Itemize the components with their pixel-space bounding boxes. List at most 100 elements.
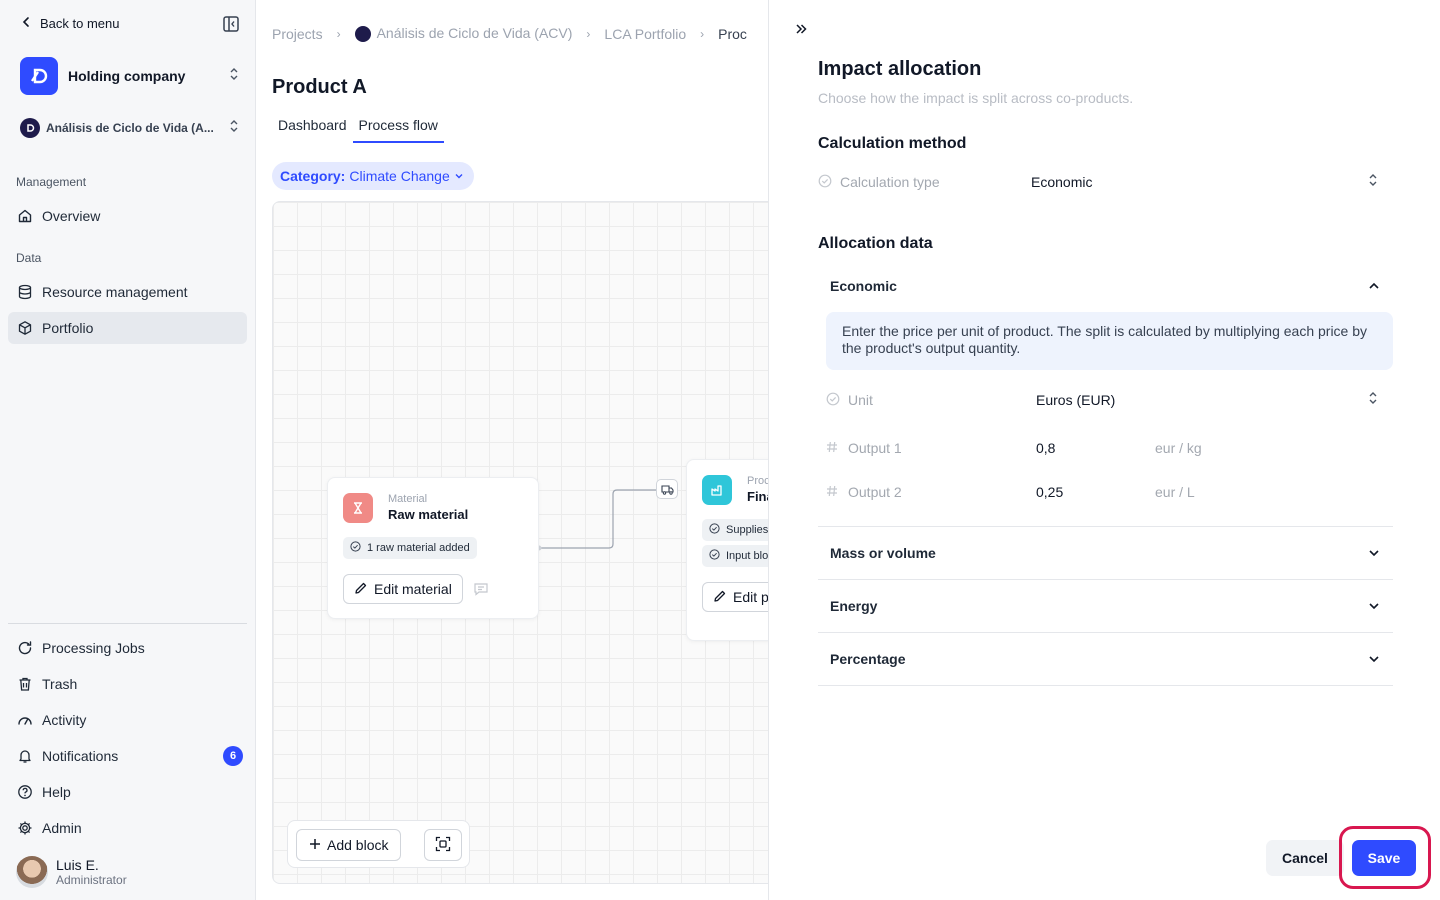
breadcrumb-project-label: Análisis de Ciclo de Vida (ACV)	[376, 25, 573, 41]
accordion-economic[interactable]: Economic	[818, 260, 1393, 312]
sidebar-item-activity[interactable]: Activity	[8, 704, 247, 736]
calculation-type-value: Economic	[1031, 174, 1093, 190]
sidebar: Back to menu Holding company Análisis de…	[0, 0, 256, 900]
comment-icon[interactable]	[473, 581, 489, 602]
unit-select[interactable]: Unit Euros (EUR)	[826, 386, 1386, 414]
user-profile[interactable]: Luis E. Administrator	[16, 856, 127, 888]
accordion-mass-label: Mass or volume	[830, 545, 936, 561]
process-flow-canvas[interactable]: Material Raw material 1 raw material add…	[272, 201, 792, 884]
sidebar-item-label: Notifications	[42, 748, 119, 764]
material-title: Raw material	[388, 507, 469, 522]
sidebar-item-label: Portfolio	[42, 320, 94, 336]
breadcrumb-portfolio[interactable]: LCA Portfolio	[604, 26, 686, 42]
edit-material-label: Edit material	[374, 581, 452, 597]
breadcrumb-project[interactable]: Análisis de Ciclo de Vida (ACV)	[354, 25, 573, 43]
refresh-icon	[17, 640, 33, 656]
sidebar-item-resource-management[interactable]: Resource management	[8, 276, 247, 308]
calculation-method-heading: Calculation method	[818, 135, 967, 152]
sidebar-item-label: Processing Jobs	[42, 640, 145, 656]
plus-icon	[309, 837, 321, 853]
output-row: Output 1 0,8 eur / kg	[826, 436, 1386, 460]
accordion-percentage-label: Percentage	[830, 651, 906, 667]
check-circle-icon	[818, 174, 832, 191]
output-label-text: Output 1	[848, 440, 902, 456]
chevron-left-icon	[20, 16, 32, 31]
user-name: Luis E.	[56, 857, 99, 873]
database-icon	[17, 284, 33, 300]
unit-label: Unit	[826, 392, 1036, 409]
project-name: Análisis de Ciclo de Vida (A...	[46, 121, 214, 135]
bell-icon	[17, 748, 33, 764]
material-icon	[343, 493, 373, 523]
category-value: Climate Change	[349, 168, 450, 184]
home-icon	[17, 208, 33, 224]
material-block-card[interactable]: Material Raw material 1 raw material add…	[327, 477, 539, 619]
organization-logo	[20, 57, 58, 95]
output-unit: eur / L	[1155, 484, 1195, 500]
collapse-sidebar-icon[interactable]	[222, 15, 240, 33]
pencil-icon	[713, 589, 727, 606]
panel-subtitle: Choose how the impact is split across co…	[818, 90, 1134, 106]
breadcrumb-projects[interactable]: Projects	[272, 26, 323, 42]
notifications-count-badge: 6	[223, 746, 243, 766]
truck-icon[interactable]	[656, 479, 678, 499]
add-block-button[interactable]: Add block	[296, 829, 402, 861]
unit-label-text: Unit	[848, 392, 873, 408]
sidebar-item-admin[interactable]: Admin	[8, 812, 247, 844]
chevron-down-icon	[1367, 546, 1381, 560]
chevron-down-icon	[454, 168, 464, 184]
accordion-divider	[818, 685, 1393, 686]
breadcrumb-product[interactable]: Proc	[718, 26, 747, 42]
organization-switcher[interactable]: Holding company	[20, 56, 240, 96]
edit-material-button[interactable]: Edit material	[343, 574, 463, 604]
output-label: Output 2	[826, 484, 1036, 500]
add-block-label: Add block	[327, 837, 389, 853]
chevron-down-icon	[1367, 652, 1381, 666]
cancel-button[interactable]: Cancel	[1266, 840, 1344, 876]
tab-dashboard[interactable]: Dashboard	[272, 114, 353, 143]
project-logo	[354, 26, 371, 43]
gear-icon	[17, 820, 33, 836]
panel-title: Impact allocation	[818, 58, 982, 80]
sidebar-item-label: Help	[42, 784, 71, 800]
sidebar-item-label: Overview	[42, 208, 101, 224]
sidebar-item-overview[interactable]: Overview	[8, 200, 247, 232]
output-label: Output 1	[826, 440, 1036, 456]
accordion-mass-or-volume[interactable]: Mass or volume	[818, 527, 1393, 579]
avatar	[16, 856, 48, 888]
gauge-icon	[17, 712, 33, 728]
sidebar-item-trash[interactable]: Trash	[8, 668, 247, 700]
category-filter[interactable]: Category: Climate Change	[272, 162, 474, 190]
output-value-input[interactable]: 0,25	[1036, 484, 1155, 500]
sidebar-item-label: Admin	[42, 820, 82, 836]
sidebar-item-notifications[interactable]: Notifications 6	[8, 740, 247, 772]
sidebar-divider	[8, 623, 247, 624]
sidebar-item-help[interactable]: Help	[8, 776, 247, 808]
project-switcher[interactable]: Análisis de Ciclo de Vida (A...	[20, 117, 240, 139]
output-value-input[interactable]: 0,8	[1036, 440, 1155, 456]
project-logo	[20, 118, 40, 138]
accordion-percentage[interactable]: Percentage	[818, 633, 1393, 685]
double-chevron-right-icon[interactable]	[794, 22, 810, 38]
chevron-up-icon	[1367, 279, 1381, 293]
breadcrumb: Projects › Análisis de Ciclo de Vida (AC…	[272, 25, 747, 43]
sidebar-item-label: Trash	[42, 676, 78, 692]
chevron-right-icon: ›	[336, 26, 341, 41]
process-status-label: Input blo	[726, 550, 769, 562]
tab-process-flow[interactable]: Process flow	[352, 114, 444, 143]
process-status-label: Supplies	[726, 524, 769, 536]
check-circle-icon	[709, 549, 720, 563]
allocation-data-heading: Allocation data	[818, 235, 933, 252]
fit-view-button[interactable]	[424, 829, 462, 861]
process-status-pill: Supplies	[702, 519, 776, 541]
accordion-energy[interactable]: Energy	[818, 580, 1393, 632]
back-to-menu-link[interactable]: Back to menu	[20, 16, 120, 31]
sidebar-item-portfolio[interactable]: Portfolio	[8, 312, 247, 344]
calculation-type-select[interactable]: Calculation type Economic	[818, 168, 1393, 196]
material-type-label: Material	[388, 493, 428, 505]
trash-icon	[17, 676, 33, 692]
sidebar-item-processing-jobs[interactable]: Processing Jobs	[8, 632, 247, 664]
back-to-menu-label: Back to menu	[40, 16, 120, 31]
category-label: Category:	[280, 168, 346, 184]
economic-info-callout: Enter the price per unit of product. The…	[826, 312, 1393, 370]
